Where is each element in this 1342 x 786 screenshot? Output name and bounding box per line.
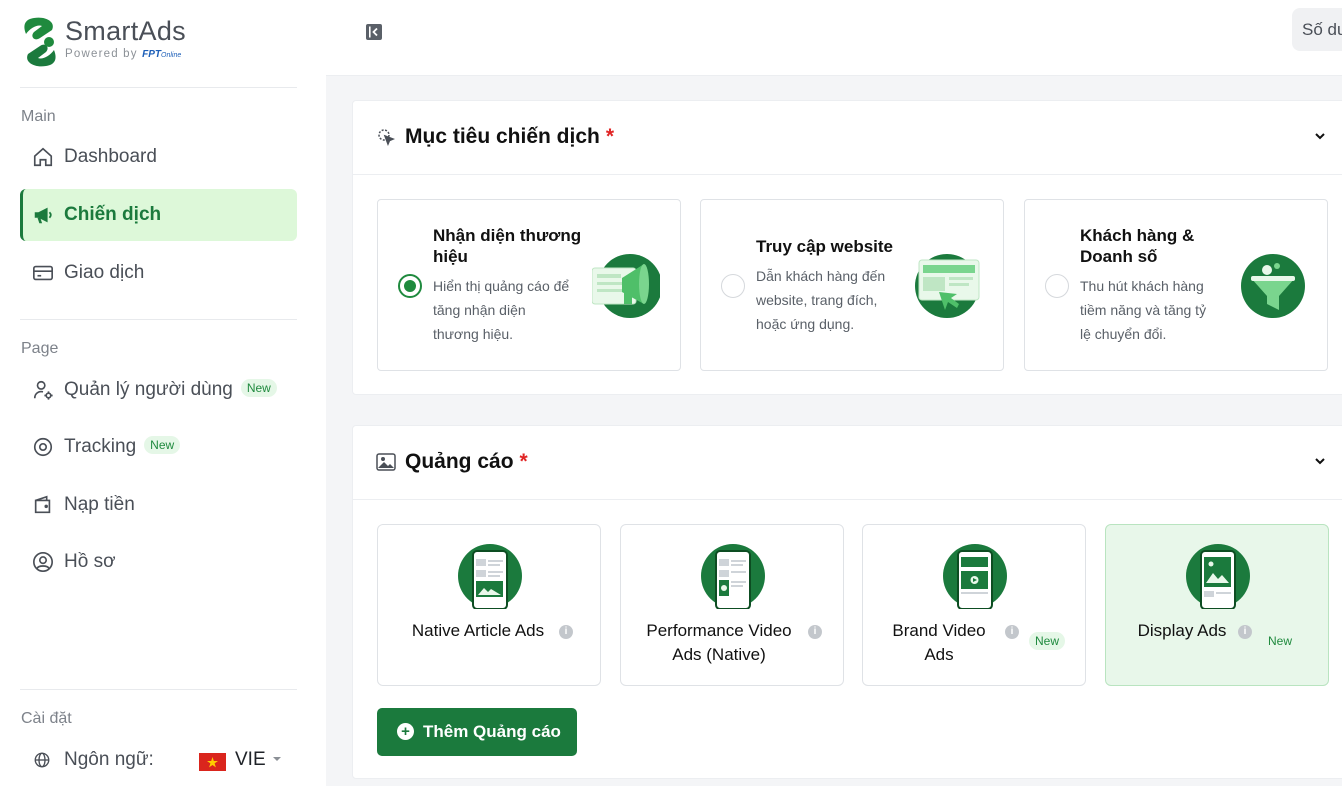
option-title: Khách hàng & Doanh số <box>1080 226 1195 266</box>
native-article-ad-icon <box>458 544 522 609</box>
ads-title: Quảng cáo * <box>405 450 528 474</box>
radio-leads-sales[interactable] <box>1045 274 1069 298</box>
new-badge: New <box>240 379 277 397</box>
sidebar-item-text: Tracking <box>64 436 137 457</box>
required-mark: * <box>605 125 615 148</box>
language-code: VIE <box>235 749 266 770</box>
sidebar-item-tracking[interactable]: Tracking New <box>20 421 297 473</box>
divider <box>20 319 297 320</box>
objective-title: Mục tiêu chiến dịch * <box>405 125 614 149</box>
sidebar-item-label: Hồ sơ <box>64 551 116 572</box>
funnel-illustration-icon <box>1241 254 1305 318</box>
language-selector[interactable]: Ngôn ngữ: VIE <box>20 746 297 776</box>
objective-header[interactable]: Mục tiêu chiến dịch * <box>353 101 1342 175</box>
fpt-logo: FPT <box>142 49 162 60</box>
option-description: Hiển thị quảng cáo để tăng nhận diện thư… <box>433 278 570 342</box>
brand-name: SmartAds <box>65 16 186 46</box>
user-settings-icon <box>33 380 53 400</box>
ads-header[interactable]: Quảng cáo * <box>353 426 1342 500</box>
performance-video-ad-icon <box>701 544 765 609</box>
collapse-sidebar-icon[interactable] <box>365 23 383 41</box>
profile-icon <box>33 552 53 572</box>
caret-down-icon <box>273 757 281 761</box>
new-badge: New <box>144 436 181 454</box>
logo[interactable]: SmartAds Powered by FPTOnline <box>20 16 240 70</box>
card-icon <box>33 265 53 281</box>
divider <box>20 87 297 88</box>
sidebar-item-user-management[interactable]: Quản lý người dùng New <box>20 364 297 416</box>
info-icon[interactable]: i <box>559 625 573 639</box>
sidebar-item-label: Quản lý người dùng New <box>64 379 277 401</box>
globe-icon <box>34 752 50 768</box>
sidebar-item-text: Quản lý người dùng <box>64 379 233 400</box>
megaphone-icon <box>34 207 52 224</box>
ads-card: Quảng cáo * Native Article Ads i Performa… <box>352 425 1342 779</box>
option-title: Nhận diện thương hiệu <box>433 226 582 266</box>
sidebar: SmartAds Powered by FPTOnline Main Dashb… <box>0 0 326 786</box>
ad-type-name: Brand Video Ads <box>892 621 986 664</box>
ad-type-brand-video[interactable]: Brand Video Ads i New <box>862 524 1086 686</box>
sidebar-item-label: Tracking New <box>64 436 181 458</box>
home-icon <box>33 147 53 167</box>
target-icon <box>33 437 53 457</box>
sidebar-item-label: Giao dịch <box>64 262 145 283</box>
chevron-down-icon[interactable] <box>1313 454 1327 468</box>
ad-type-name: Display Ads <box>1137 621 1227 640</box>
radio-website-traffic[interactable] <box>721 274 745 298</box>
add-ad-button[interactable]: + Thêm Quảng cáo <box>377 708 577 756</box>
new-badge: New <box>1268 634 1293 648</box>
wallet-icon <box>34 495 51 514</box>
info-icon[interactable]: i <box>1238 625 1252 639</box>
megaphone-illustration-icon <box>592 254 660 318</box>
image-icon <box>376 453 396 471</box>
sidebar-item-label: Nạp tiền <box>64 494 135 515</box>
sidebar-item-dashboard[interactable]: Dashboard <box>20 131 297 183</box>
balance-display[interactable]: Số dư <box>1292 8 1342 51</box>
info-icon[interactable]: i <box>1005 625 1019 639</box>
ad-type-native-article[interactable]: Native Article Ads i <box>377 524 601 686</box>
chevron-down-icon[interactable] <box>1313 129 1327 143</box>
website-illustration-icon <box>915 254 980 318</box>
sidebar-item-label: Chiến dịch <box>64 204 162 225</box>
option-description: Dẫn khách hàng đến website, trang đích, … <box>756 268 886 332</box>
objective-card: Mục tiêu chiến dịch * Nhận diện thương hi… <box>352 100 1342 395</box>
info-icon[interactable]: i <box>808 625 822 639</box>
ad-type-display[interactable]: Display Ads i New <box>1105 524 1329 686</box>
brand-powered-by: Powered by FPTOnline <box>65 48 181 60</box>
brand-video-ad-icon <box>943 544 1007 609</box>
required-mark: * <box>519 450 528 473</box>
ads-title-text: Quảng cáo <box>405 450 514 473</box>
section-title-main: Main <box>21 108 56 125</box>
display-ad-icon <box>1186 544 1250 609</box>
sidebar-item-profile[interactable]: Hồ sơ <box>20 536 297 588</box>
ad-type-performance-video[interactable]: Performance Video Ads (Native) i <box>620 524 844 686</box>
add-ad-label: Thêm Quảng cáo <box>423 722 561 741</box>
cursor-click-icon <box>378 129 396 147</box>
plus-circle-icon: + <box>397 723 414 740</box>
divider <box>20 689 297 690</box>
ad-type-name: Native Article Ads <box>411 621 545 640</box>
sidebar-item-transactions[interactable]: Giao dịch <box>20 247 297 299</box>
section-title-settings: Cài đặt <box>21 710 72 727</box>
topbar: Số dư <box>326 0 1342 76</box>
sidebar-item-campaigns[interactable]: Chiến dịch <box>20 189 297 241</box>
objective-title-text: Mục tiêu chiến dịch <box>405 125 600 148</box>
objective-option-leads-sales[interactable]: Khách hàng & Doanh số Thu hút khách hàng… <box>1024 199 1328 371</box>
powered-by-label: Powered by <box>65 48 138 60</box>
option-title: Truy cập website <box>756 237 893 256</box>
new-badge: New <box>1029 632 1066 650</box>
fpt-online-label: Online <box>161 52 182 59</box>
radio-brand-awareness[interactable] <box>398 274 422 298</box>
option-description: Thu hút khách hàng tiềm năng và tăng tỷ … <box>1080 278 1207 342</box>
vietnam-flag-icon <box>199 753 226 771</box>
language-label: Ngôn ngữ: <box>64 749 154 770</box>
ad-type-name: Performance Video Ads (Native) <box>646 621 792 664</box>
sidebar-item-label: Dashboard <box>64 146 157 167</box>
objective-option-brand-awareness[interactable]: Nhận diện thương hiệu Hiển thị quảng cáo… <box>377 199 681 371</box>
sidebar-item-top-up[interactable]: Nạp tiền <box>20 479 297 531</box>
objective-option-website-traffic[interactable]: Truy cập website Dẫn khách hàng đến webs… <box>700 199 1004 371</box>
smartads-logo-icon <box>24 17 56 67</box>
section-title-page: Page <box>21 340 59 357</box>
